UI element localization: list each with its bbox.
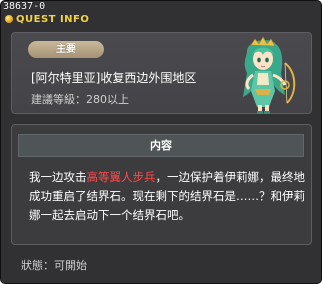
window-title: QUEST INFO (16, 13, 90, 25)
quest-id-tag: 38637-0 (3, 1, 46, 12)
npc-portrait-icon (243, 36, 296, 114)
gold-orb-icon (5, 15, 13, 23)
desc-highlight-target: 高等翼人步兵 (86, 170, 156, 184)
status-value: 可開始 (54, 259, 87, 272)
quest-status: 狀態：可開始 (21, 257, 87, 273)
quest-summary-panel: 主要 [阿尔特里亚]收复西边外围地区 建議等級：280以上 (11, 32, 312, 114)
quest-content-panel: 内容 我一边攻击高等翼人步兵，一边保护着伊莉娜，最终地成功重启了结界石。现在剩下… (11, 124, 312, 245)
content-header: 内容 (18, 134, 304, 157)
desc-text-1: 我一边攻击 (29, 170, 87, 184)
window-title-bar[interactable]: QUEST INFO (5, 12, 89, 26)
quest-description: 我一边攻击高等翼人步兵，一边保护着伊莉娜，最终地成功重启了结界石。现在剩下的结界… (29, 168, 307, 225)
recommended-level: 建議等級：280以上 (31, 93, 129, 106)
quest-title: [阿尔特里亚]收复西边外围地区 (31, 71, 197, 85)
status-label: 狀態： (21, 259, 54, 272)
quest-info-window: 38637-0 QUEST INFO 主要 [阿尔特里亚]收复西边外围地区 建議… (0, 0, 322, 284)
quest-type-badge: 主要 (28, 41, 104, 58)
